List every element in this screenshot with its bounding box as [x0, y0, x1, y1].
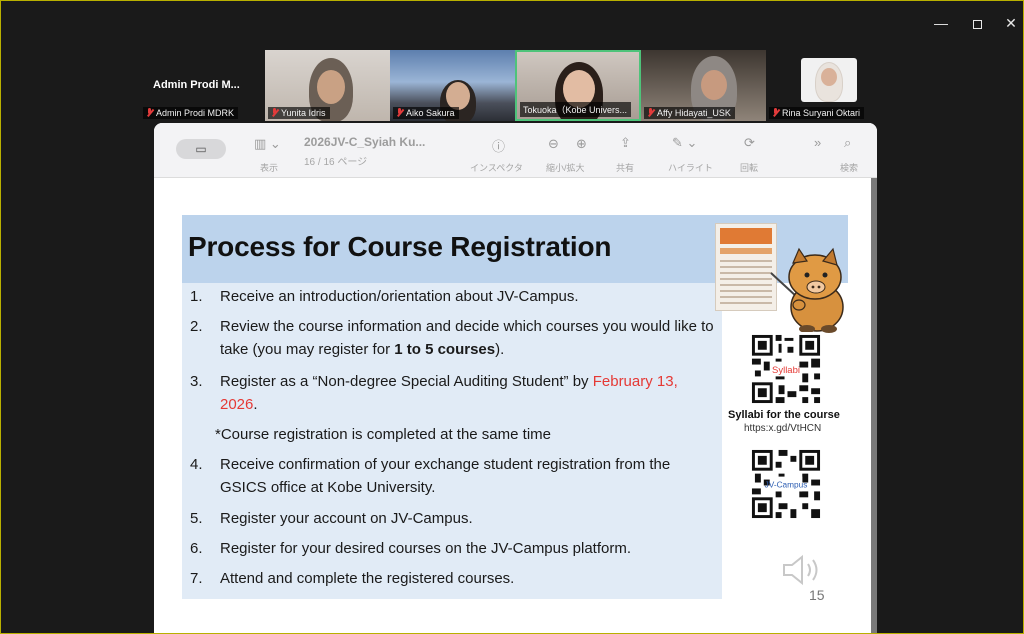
- viewer-toolbar: ▭ ▥ ⌄ 表示 2026JV-C_Syiah Ku... 16 / 16 ペー…: [154, 123, 877, 178]
- close-button[interactable]: ✕: [1001, 13, 1021, 33]
- list-item: 2. Review the course information and dec…: [190, 318, 714, 358]
- mic-muted-icon: [271, 108, 278, 117]
- view-icon: ▥ ⌄: [254, 136, 281, 151]
- list-item: 5. Register your account on JV-Campus.: [190, 510, 473, 527]
- inspector-label: インスペクタ: [470, 163, 523, 173]
- qr-overlay-jv-campus: JV-Campus: [765, 480, 808, 489]
- participant-tile[interactable]: Yunita Idris: [265, 50, 390, 121]
- participant-tile-admin[interactable]: Admin Prodi M... Admin Prodi MDRK: [143, 51, 263, 121]
- share-icon: ⇪: [620, 135, 631, 150]
- participant-display-name: Admin Prodi M...: [153, 79, 240, 91]
- zoom-in-icon: ⊕: [576, 136, 587, 151]
- zoom-in-button[interactable]: ⊕: [576, 136, 587, 152]
- zoom-out-icon: ⊖: [548, 136, 559, 151]
- participant-label: Aiko Sakura: [393, 107, 459, 119]
- syllabi-qr-code[interactable]: Syllabi: [749, 332, 823, 406]
- slide-title: Process for Course Registration: [188, 231, 612, 262]
- steps-list: 1. Receive an introduction/orientation a…: [182, 283, 722, 599]
- chevron-double-right-icon: »: [814, 135, 822, 150]
- zoom-out-button[interactable]: ⊖: [548, 136, 559, 152]
- info-icon: ⓘ: [492, 139, 506, 154]
- registration-note: *Course registration is completed at the…: [215, 426, 551, 443]
- sidebar-toggle-button[interactable]: ▭: [176, 139, 226, 159]
- mic-muted-icon: [772, 108, 779, 117]
- participant-tile[interactable]: Affy Hidayati_USK: [641, 50, 766, 121]
- maximize-button[interactable]: [967, 13, 987, 33]
- close-icon: ✕: [1005, 15, 1017, 31]
- scrollbar[interactable]: [871, 178, 877, 633]
- search-icon: ⌕: [844, 135, 852, 150]
- highlight-label: ハイライト: [668, 163, 713, 173]
- list-item: 1. Receive an introduction/orientation a…: [190, 288, 579, 305]
- boar-mascot-icon: [770, 247, 844, 333]
- participant-tile[interactable]: Aiko Sakura: [390, 50, 515, 121]
- minimize-button[interactable]: —: [931, 13, 951, 33]
- syllabi-url[interactable]: https:x.gd/VtHCN: [744, 423, 821, 434]
- inspector-button[interactable]: ⓘ: [492, 136, 505, 155]
- qr-overlay-syllabi: Syllabi: [772, 365, 800, 376]
- participant-label: Yunita Idris: [268, 107, 330, 119]
- participant-label: Rina Suryani Oktari: [769, 107, 865, 119]
- page-indicator: 16 / 16 ページ: [304, 157, 368, 168]
- slide-page: Process for Course Registration 1. Recei…: [182, 215, 848, 599]
- mic-muted-icon: [396, 108, 403, 117]
- highlight-button[interactable]: ✎ ⌄: [672, 135, 697, 151]
- participant-label: Tokuoka（Kobe Univers...: [520, 102, 632, 117]
- list-item: 6. Register for your desired courses on …: [190, 540, 632, 557]
- list-item: 3. Register as a “Non-degree Special Aud…: [190, 373, 678, 413]
- more-tools-button[interactable]: »: [814, 135, 821, 150]
- minimize-icon: —: [934, 15, 948, 31]
- list-item: 7. Attend and complete the registered co…: [190, 570, 515, 587]
- participant-label: Admin Prodi MDRK: [143, 107, 239, 119]
- participant-label: Affy Hidayati_USK: [644, 107, 735, 119]
- slide-page-number: 15: [809, 587, 825, 603]
- brochure-image: [715, 223, 777, 311]
- highlight-icon: ✎ ⌄: [672, 135, 698, 150]
- sidebar-icon: ▭: [195, 142, 207, 156]
- rotate-button[interactable]: ⟳: [744, 135, 755, 151]
- participant-avatar: [801, 58, 857, 102]
- shared-screen-pdf-viewer: ▭ ▥ ⌄ 表示 2026JV-C_Syiah Ku... 16 / 16 ペー…: [154, 123, 877, 633]
- share-label: 共有: [616, 163, 635, 173]
- maximize-icon: [972, 19, 982, 29]
- jv-campus-qr-code[interactable]: JV-Campus: [749, 447, 823, 521]
- meeting-window: — ✕ Admin Prodi M... Admin Prodi MDRK Yu…: [0, 0, 1024, 634]
- participant-tile-active-speaker[interactable]: Tokuoka（Kobe Univers...: [515, 50, 641, 121]
- mic-muted-icon: [146, 108, 153, 117]
- participant-tile[interactable]: Rina Suryani Oktari: [766, 50, 876, 121]
- document-title: 2026JV-C_Syiah Ku...: [304, 135, 426, 149]
- search-label: 検索: [840, 163, 859, 173]
- view-label: 表示: [260, 163, 279, 173]
- mic-muted-icon: [647, 108, 654, 117]
- list-item: 4. Receive confirmation of your exchange…: [190, 456, 671, 496]
- search-button[interactable]: ⌕: [844, 135, 851, 151]
- rotate-label: 回転: [740, 163, 759, 173]
- view-button[interactable]: ▥ ⌄: [254, 136, 281, 152]
- zoom-label: 縮小/拡大: [546, 163, 585, 173]
- speaker-icon[interactable]: [780, 553, 824, 587]
- share-button[interactable]: ⇪: [620, 135, 631, 151]
- rotate-icon: ⟳: [744, 135, 755, 150]
- qr-caption: Syllabi for the course: [728, 409, 840, 421]
